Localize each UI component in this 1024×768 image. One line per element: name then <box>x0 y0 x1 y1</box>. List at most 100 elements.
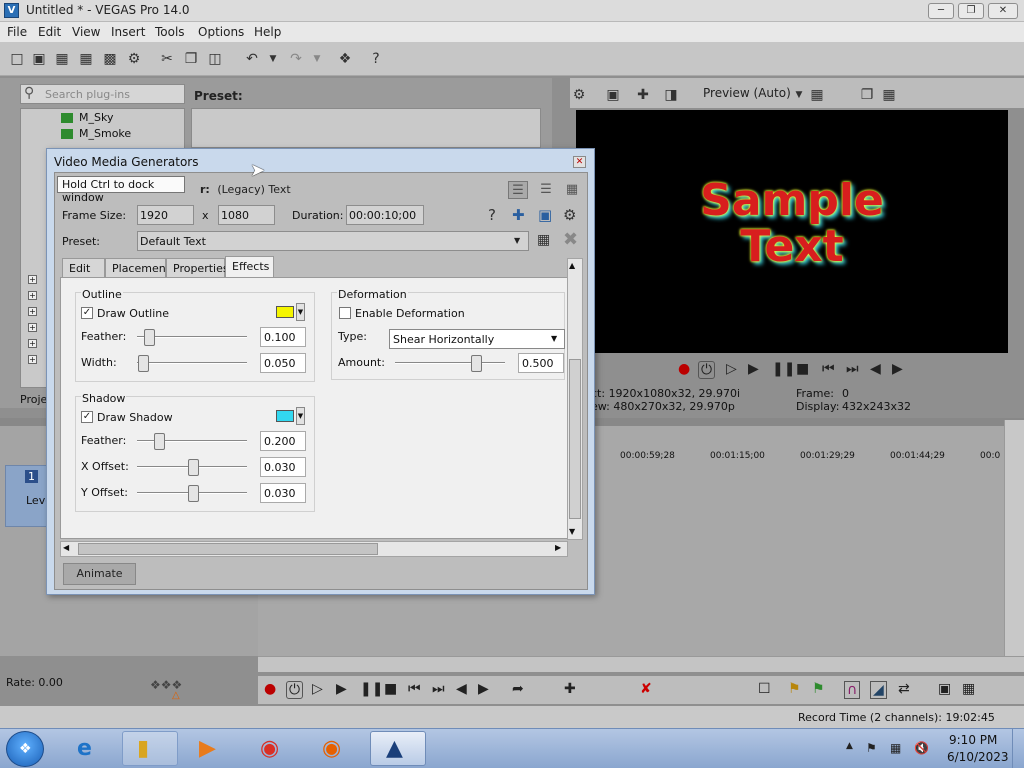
shadow-yoffset-input[interactable]: 0.030 <box>260 483 306 503</box>
save-snapshot-icon[interactable]: ▦ <box>880 86 898 104</box>
next-frame-icon[interactable]: ▶ <box>478 681 489 697</box>
menu-insert[interactable]: Insert <box>111 25 145 39</box>
record-icon[interactable]: ● <box>264 681 276 697</box>
fx-plug-in-icon[interactable]: ❖ <box>336 50 354 68</box>
properties-icon[interactable]: ⚙ <box>125 50 143 68</box>
preset-list[interactable] <box>191 108 541 148</box>
outline-width-track[interactable] <box>137 362 247 364</box>
go-to-start-icon[interactable]: ⏮ <box>408 681 421 697</box>
loop-playback-icon[interactable]: ⏻ <box>286 681 304 699</box>
volume-muted-icon[interactable]: 🔇 <box>914 741 929 755</box>
frame-height-input[interactable]: 1080 <box>218 205 275 225</box>
redo-history-dropdown-icon[interactable]: ▼ <box>308 50 326 68</box>
taskbar-file-explorer[interactable] <box>122 731 178 766</box>
play-from-start-icon[interactable]: ▷ <box>726 361 737 377</box>
shadow-color-swatch[interactable] <box>276 410 294 422</box>
grid-overlay-icon[interactable]: ▦ <box>808 86 826 104</box>
delete-preset-icon[interactable]: ✖ <box>563 229 578 250</box>
effects-vertical-scrollbar[interactable]: ▲ ▼ <box>567 258 583 540</box>
next-frame-icon[interactable]: ▶ <box>892 361 903 377</box>
scroll-thumb[interactable] <box>569 359 581 519</box>
timeline-vertical-scrollbar[interactable] <box>1004 420 1024 656</box>
preset-select[interactable]: Default Text <box>137 231 529 251</box>
view-list-icon[interactable]: ☰ <box>536 181 556 199</box>
delete-icon[interactable]: ✘ <box>640 681 652 697</box>
outline-color-dropdown-icon[interactable]: ▼ <box>296 303 305 321</box>
undo-history-dropdown-icon[interactable]: ▼ <box>264 50 282 68</box>
shadow-color-dropdown-icon[interactable]: ▼ <box>296 407 305 425</box>
undo-icon[interactable]: ↶ <box>243 50 261 68</box>
ripple-edit-icon[interactable]: ⇄ <box>898 681 910 697</box>
region-icon[interactable]: ⚑ <box>812 681 825 697</box>
open-icon[interactable]: ▣ <box>30 50 48 68</box>
draw-outline-checkbox[interactable]: ✓ <box>81 307 93 319</box>
tab-placement[interactable]: Placement <box>105 258 170 277</box>
close-window-button[interactable]: ✕ <box>988 3 1018 19</box>
shadow-feather-input[interactable]: 0.200 <box>260 431 306 451</box>
enable-deformation-checkbox[interactable] <box>339 307 351 319</box>
save-as-icon[interactable]: ▦ <box>77 50 95 68</box>
duration-input[interactable]: 00:00:10;00 <box>346 205 424 225</box>
project-media-tab[interactable]: Proje <box>20 393 47 406</box>
outline-color-swatch[interactable] <box>276 306 294 318</box>
go-to-end-icon[interactable]: ⏭ <box>432 681 445 697</box>
cut-icon[interactable]: ✂ <box>158 50 176 68</box>
menu-tools[interactable]: Tools <box>155 25 185 39</box>
redo-icon[interactable]: ↷ <box>287 50 305 68</box>
envelope-tool-icon[interactable]: ✚ <box>564 681 576 697</box>
menu-options[interactable]: Options <box>198 25 244 39</box>
split-screen-icon[interactable]: ✚ <box>634 86 652 104</box>
scroll-left-icon[interactable]: ◀ <box>63 543 69 552</box>
timeline-horizontal-scrollbar[interactable] <box>258 656 1024 672</box>
menu-help[interactable]: Help <box>254 25 281 39</box>
paste-icon[interactable]: ◫ <box>206 50 224 68</box>
scroll-down-icon[interactable]: ▼ <box>569 527 575 536</box>
save-icon[interactable]: ▦ <box>53 50 71 68</box>
outline-width-slider[interactable] <box>138 355 149 372</box>
external-monitor-icon[interactable]: ▣ <box>604 86 622 104</box>
time-ruler[interactable]: 00:00:59;28 00:01:15;00 00:01:29;29 00:0… <box>598 448 1006 468</box>
dialog-close-button[interactable]: ✕ <box>573 156 586 168</box>
chain-icon[interactable]: ✚ <box>512 206 525 224</box>
ignore-grouping-icon[interactable]: ▦ <box>962 681 975 697</box>
deformation-type-select[interactable]: Shear Horizontally <box>389 329 565 349</box>
scroll-right-icon[interactable]: ▶ <box>555 543 561 552</box>
expand-icon[interactable]: + <box>28 275 37 284</box>
previous-frame-icon[interactable]: ◀ <box>456 681 467 697</box>
expand-icon[interactable]: + <box>28 323 37 332</box>
preview-quality-dropdown-icon[interactable]: ▼ <box>790 86 808 104</box>
draw-shadow-checkbox[interactable]: ✓ <box>81 411 93 423</box>
preview-quality-select[interactable]: Preview (Auto) <box>703 86 791 100</box>
auto-crossfade-icon[interactable]: ◢ <box>870 681 887 699</box>
expand-icon[interactable]: + <box>28 291 37 300</box>
record-icon[interactable]: ● <box>678 361 690 377</box>
play-icon[interactable]: ▶ <box>748 361 759 377</box>
shadow-xoffset-slider[interactable] <box>188 459 199 476</box>
view-details-icon[interactable]: ☰ <box>508 181 528 199</box>
copy-icon[interactable]: ❐ <box>182 50 200 68</box>
lock-envelopes-icon[interactable]: ▣ <box>938 681 951 697</box>
expand-icon[interactable]: + <box>28 355 37 364</box>
search-plug-ins-input[interactable]: Search plug-ins <box>20 84 185 104</box>
outline-width-input[interactable]: 0.050 <box>260 353 306 373</box>
tab-effects[interactable]: Effects <box>225 256 274 277</box>
menu-file[interactable]: File <box>7 25 27 39</box>
previous-frame-icon[interactable]: ◀ <box>870 361 881 377</box>
snapping-icon[interactable]: ∩ <box>844 681 861 699</box>
copy-snapshot-icon[interactable]: ❐ <box>858 86 876 104</box>
shadow-xoffset-input[interactable]: 0.030 <box>260 457 306 477</box>
normal-edit-tool-icon[interactable]: ➦ <box>512 681 524 697</box>
horizontal-scroll-thumb[interactable] <box>78 543 378 555</box>
shadow-yoffset-slider[interactable] <box>188 485 199 502</box>
new-project-icon[interactable]: □ <box>8 50 26 68</box>
clock-date[interactable]: 6/10/2023 <box>947 750 1009 764</box>
minimize-button[interactable]: ─ <box>928 3 954 19</box>
tab-properties[interactable]: Properties <box>166 258 229 277</box>
shadow-feather-slider[interactable] <box>154 433 165 450</box>
outline-feather-slider[interactable] <box>144 329 155 346</box>
go-to-end-icon[interactable]: ⏭ <box>846 361 859 377</box>
dialog-title[interactable]: Video Media Generators <box>54 155 198 169</box>
view-thumbnails-icon[interactable]: ▦ <box>562 181 582 199</box>
maximize-button[interactable]: ❐ <box>958 3 984 19</box>
expand-icon[interactable]: + <box>28 307 37 316</box>
